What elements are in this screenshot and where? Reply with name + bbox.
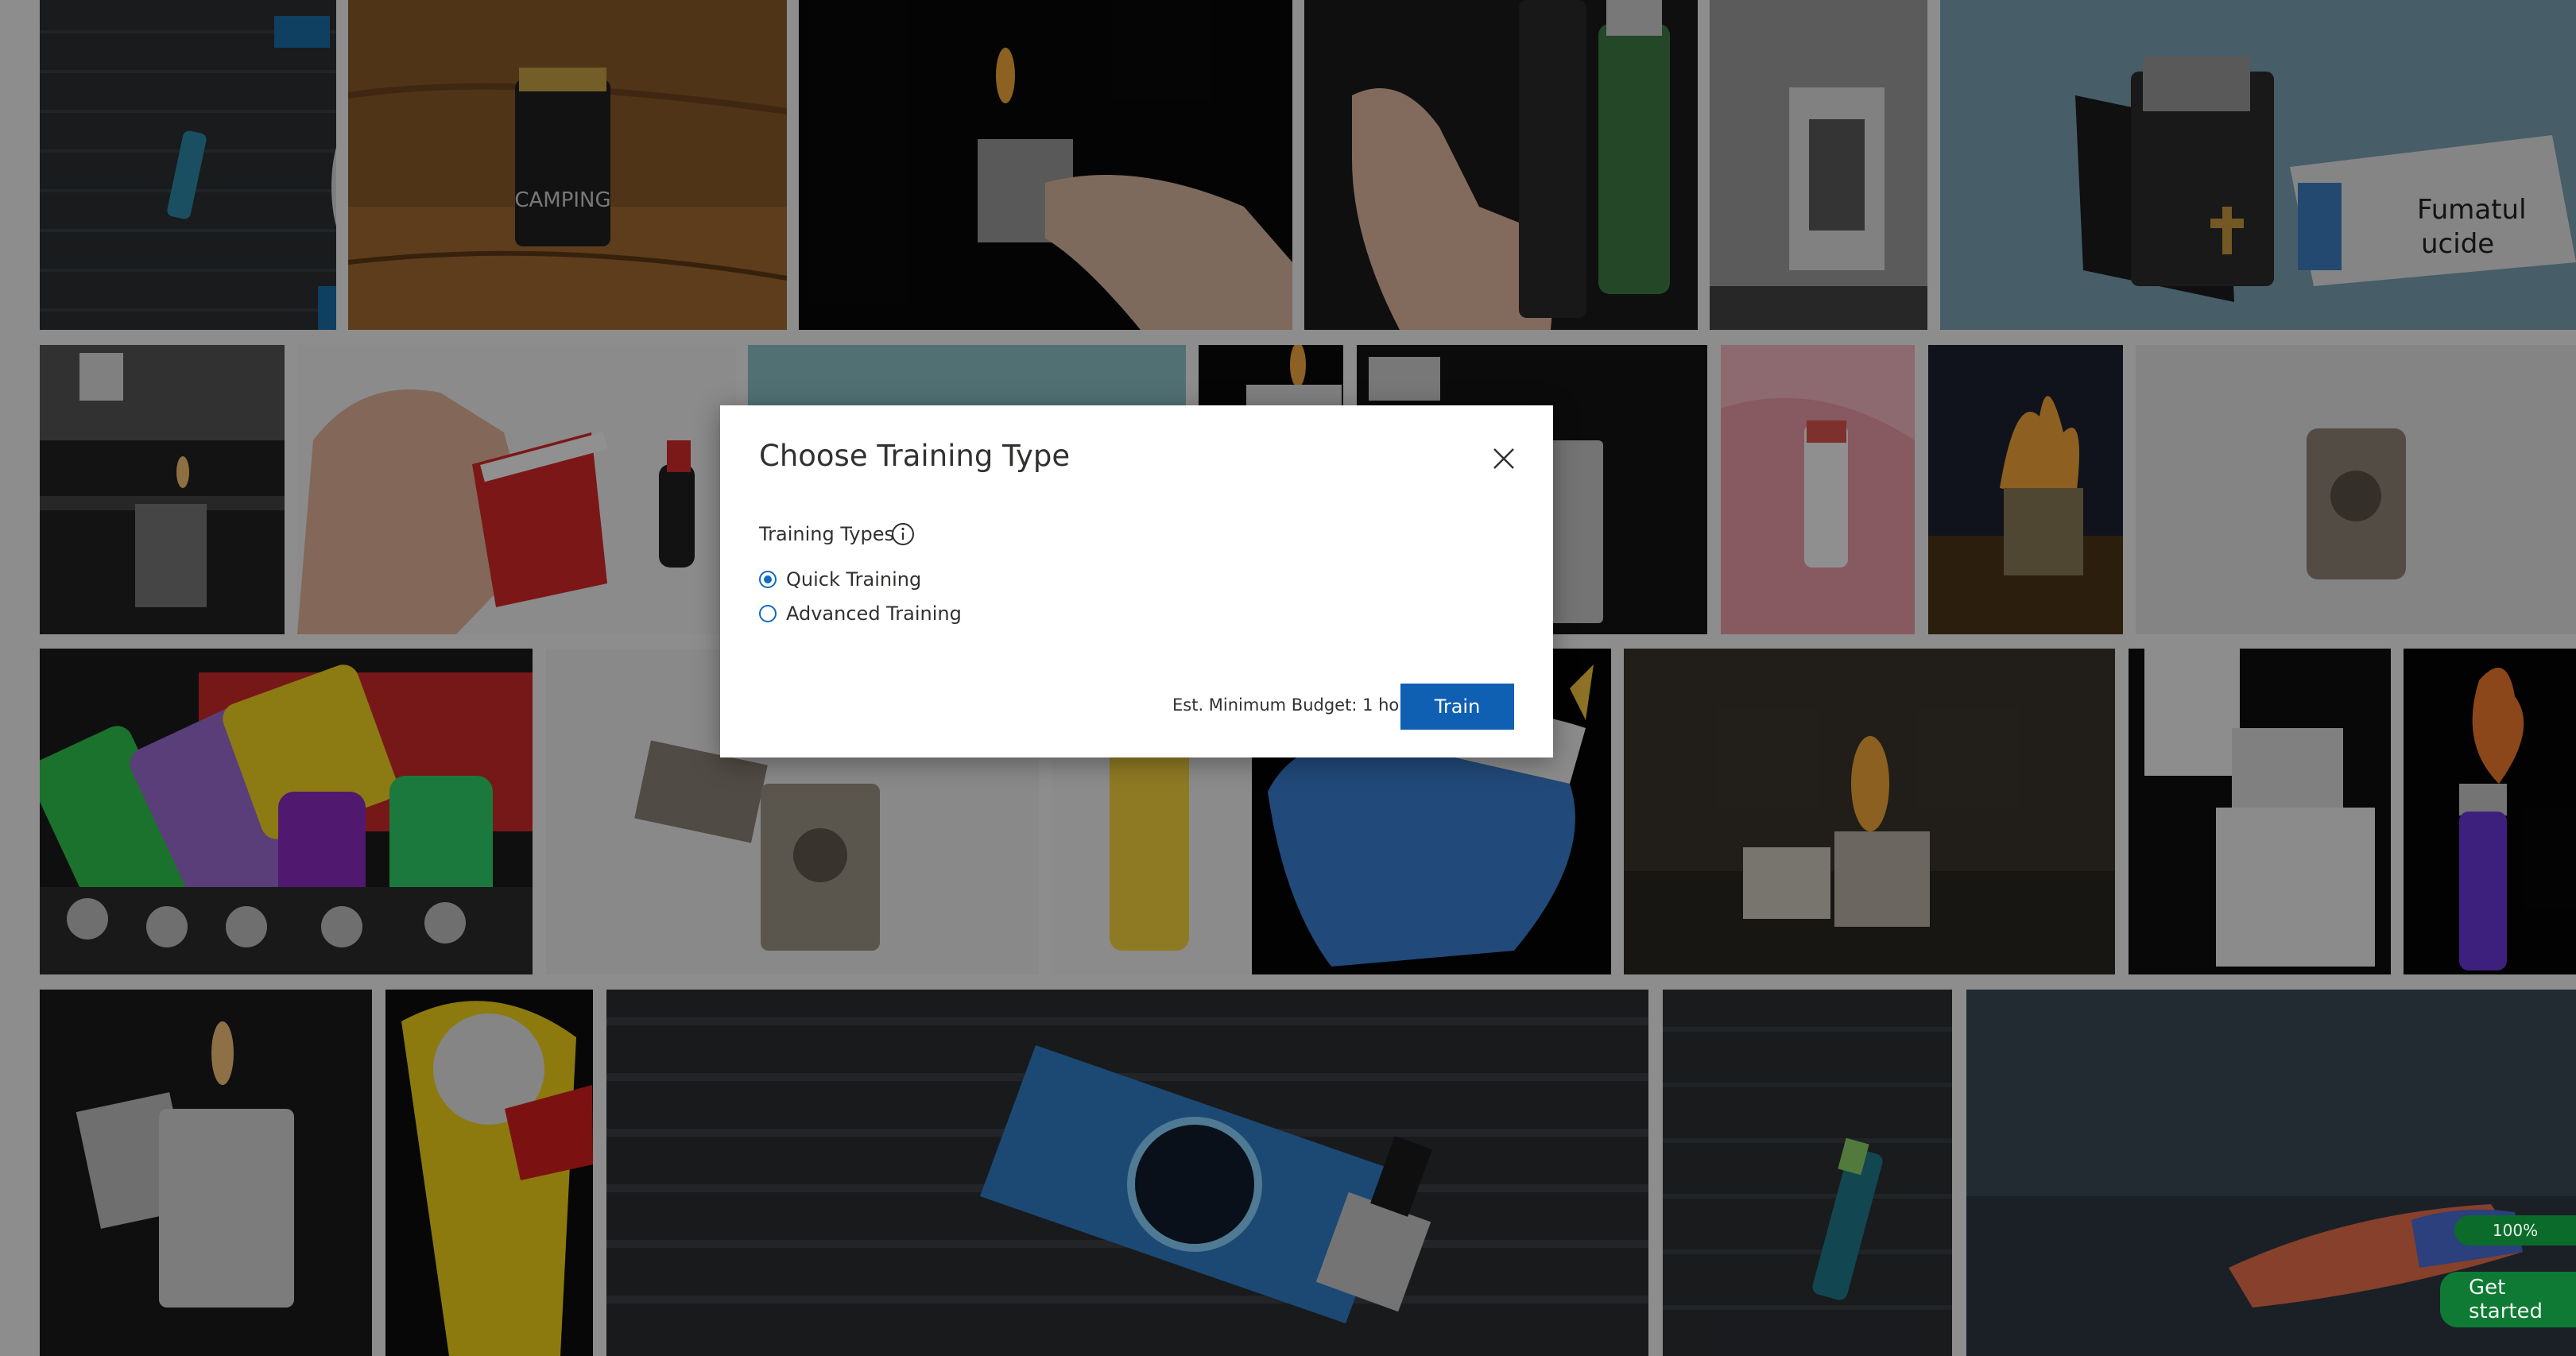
estimated-budget-text: Est. Minimum Budget: 1 hour (1172, 695, 1417, 715)
close-button[interactable] (1488, 443, 1520, 475)
advanced-training-option[interactable]: Advanced Training (759, 600, 962, 627)
radio-unchecked-icon[interactable] (759, 605, 777, 622)
train-button[interactable]: Train (1400, 684, 1514, 730)
dialog-title: Choose Training Type (759, 439, 1071, 473)
image-gallery: CAMPING Fumatul ucide Choose Training Ty… (0, 0, 2576, 1356)
advanced-training-label: Advanced Training (786, 602, 962, 625)
choose-training-type-dialog: Choose Training Type Training Types Quic… (720, 405, 1553, 757)
quick-training-option[interactable]: Quick Training (759, 566, 921, 593)
info-icon[interactable] (890, 521, 916, 547)
close-icon (1493, 448, 1514, 469)
progress-badge: 100% (2454, 1215, 2576, 1246)
radio-checked-icon[interactable] (759, 571, 777, 588)
training-types-label: Training Types (759, 523, 894, 545)
quick-training-label: Quick Training (786, 568, 922, 591)
get-started-button[interactable]: Get started (2440, 1272, 2576, 1327)
